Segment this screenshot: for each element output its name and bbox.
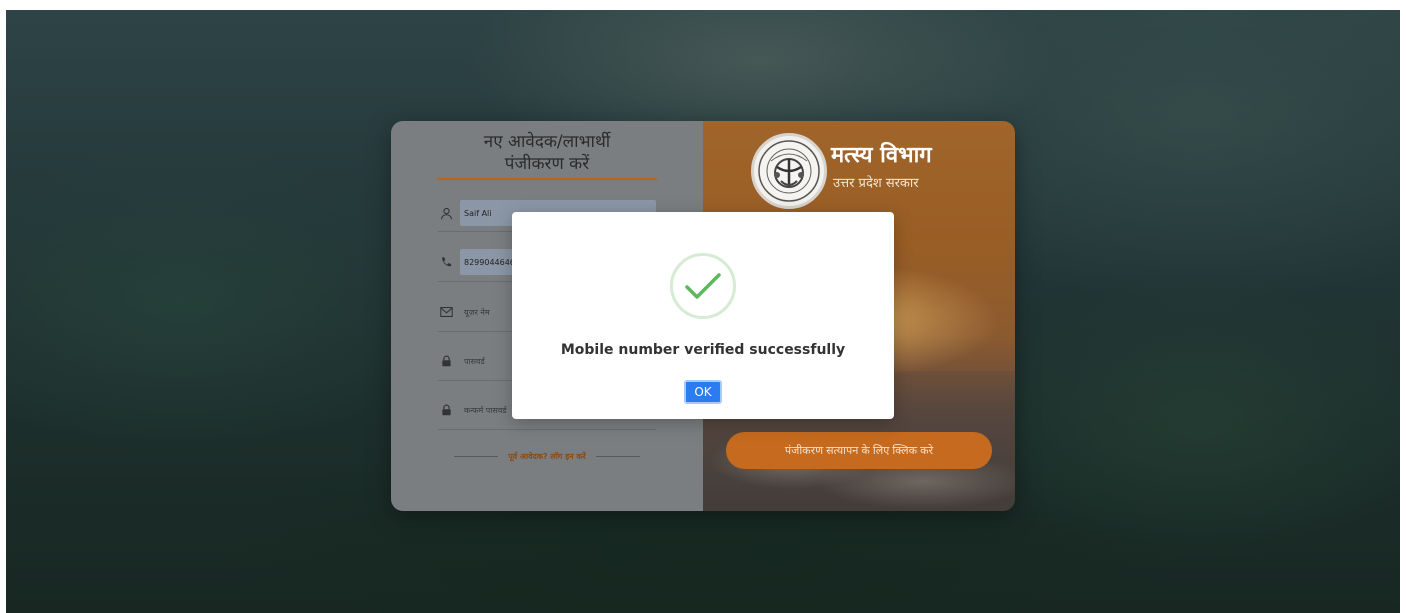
ok-button[interactable]: OK: [684, 380, 722, 404]
divider-left: [454, 455, 499, 457]
registration-title-line1: नए आवेदक/लाभार्थी: [483, 132, 611, 152]
department-title: मत्स्य विभाग: [831, 143, 932, 168]
envelope-icon: [438, 304, 454, 320]
login-link[interactable]: पूर्व आवेदक? लॉग इन करें: [508, 451, 586, 462]
title-underline: [437, 178, 657, 180]
registration-title: नए आवेदक/लाभार्थी पंजीकरण करें: [437, 131, 657, 175]
user-icon: [438, 205, 454, 221]
success-modal: Mobile number verified successfully OK: [512, 212, 894, 419]
page-edge-right: [1400, 0, 1406, 613]
emblem-seal-icon: [758, 140, 820, 202]
page-edge-top: [0, 0, 1406, 10]
registration-title-line2: पंजीकरण करें: [504, 154, 590, 174]
success-check-circle: [670, 253, 736, 319]
phone-icon: [438, 254, 454, 270]
modal-message: Mobile number verified successfully: [560, 342, 846, 358]
registration-verify-button[interactable]: पंजीकरण सत्यापन के लिए क्लिक करे: [726, 432, 992, 469]
lock-icon: [438, 402, 454, 418]
up-government-emblem: [751, 133, 827, 209]
lock-icon: [438, 353, 454, 369]
government-subtitle: उत्तर प्रदेश सरकार: [833, 176, 919, 191]
login-link-row: पूर्व आवेदक? लॉग इन करें: [437, 449, 657, 463]
page-edge-left: [0, 0, 6, 613]
checkmark-icon: [685, 273, 721, 299]
divider-right: [595, 455, 640, 457]
confirm-password-field-underline: [438, 429, 656, 430]
